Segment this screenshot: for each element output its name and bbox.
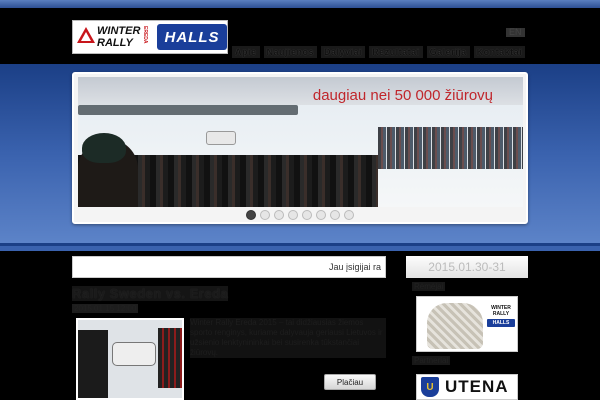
slider-dot-6[interactable] — [316, 210, 326, 220]
partner-name: UTENA — [445, 377, 509, 396]
ticker-bar[interactable]: Jau įsigijai ra — [72, 256, 386, 278]
nav-item-news[interactable]: Naujienos — [263, 46, 318, 58]
slider-dot-4[interactable] — [288, 210, 298, 220]
language-switch[interactable]: EN — [506, 28, 525, 37]
slider-dot-3[interactable] — [274, 210, 284, 220]
post-excerpt: Winter Rally Ereda 2015 – tai didžiausia… — [190, 318, 386, 358]
coat-of-arms-icon: U — [421, 377, 439, 397]
photo-crowd-far — [78, 105, 298, 115]
thumb-rally-car — [112, 342, 156, 366]
slider-dot-7[interactable] — [330, 210, 340, 220]
post-date: 2015.01.15 12:00 — [72, 304, 139, 313]
slider-dot-1[interactable] — [246, 210, 256, 220]
post-thumbnail[interactable] — [76, 318, 184, 400]
event-dates: 2015.01.30-31 — [406, 256, 528, 278]
slider-dots — [246, 210, 354, 220]
read-more-button[interactable]: Plačiau — [324, 374, 376, 390]
nav-item-results[interactable]: Rezultatai — [369, 46, 423, 58]
main-nav: Apie Naujienos Dalyviai Rezultatai Galer… — [232, 46, 526, 58]
slide-photo: daugiau nei 50 000 žiūrovų — [78, 77, 523, 207]
mini-sponsor-logo: HALLS — [487, 319, 515, 327]
photo-crowd-mid — [378, 127, 523, 169]
nav-item-contacts[interactable]: Kontaktai — [473, 46, 526, 58]
main-content: Jau įsigijai ra Rally Sweden vs. Ereda 2… — [72, 256, 386, 400]
thumb-people-right — [158, 328, 182, 388]
sponsors-heading: Rėmėjai — [412, 282, 446, 291]
nav-item-participants[interactable]: Dalyviai — [321, 46, 366, 58]
winter-rally-logo: WINTER RALLY EREDA — [75, 23, 153, 51]
sponsor-banner[interactable]: WINTER RALLY HALLS — [416, 296, 518, 352]
slider-dot-2[interactable] — [260, 210, 270, 220]
nav-item-about[interactable]: Apie — [232, 46, 260, 58]
partner-banner[interactable]: U UTENA — [416, 374, 518, 400]
halls-logo: HALLS — [157, 24, 227, 50]
partners-heading: Partneriai — [412, 356, 451, 365]
ticker-text: Jau įsigijai ra — [328, 262, 381, 272]
slide-caption: daugiau nei 50 000 žiūrovų — [312, 87, 493, 104]
slider-dot-8[interactable] — [344, 210, 354, 220]
logo-sub: EREDA — [142, 26, 148, 44]
top-accent-bar — [0, 0, 600, 8]
post-title[interactable]: Rally Sweden vs. Ereda — [72, 286, 229, 301]
knitwear-image — [427, 303, 483, 349]
header: WINTER RALLY EREDA HALLS EN Apie Naujien… — [0, 8, 600, 64]
sidebar: 2015.01.30-31 Rėmėjai WINTER RALLY HALLS… — [406, 256, 528, 400]
photo-rally-car — [206, 131, 236, 145]
photo-spectator-hat — [82, 133, 126, 163]
image-slider[interactable]: daugiau nei 50 000 žiūrovų — [72, 72, 528, 224]
site-logo[interactable]: WINTER RALLY EREDA HALLS — [72, 20, 228, 54]
nav-item-gallery[interactable]: Galerija — [426, 46, 470, 58]
slider-dot-5[interactable] — [302, 210, 312, 220]
warning-triangle-icon — [77, 27, 95, 43]
thumb-people — [78, 330, 108, 398]
